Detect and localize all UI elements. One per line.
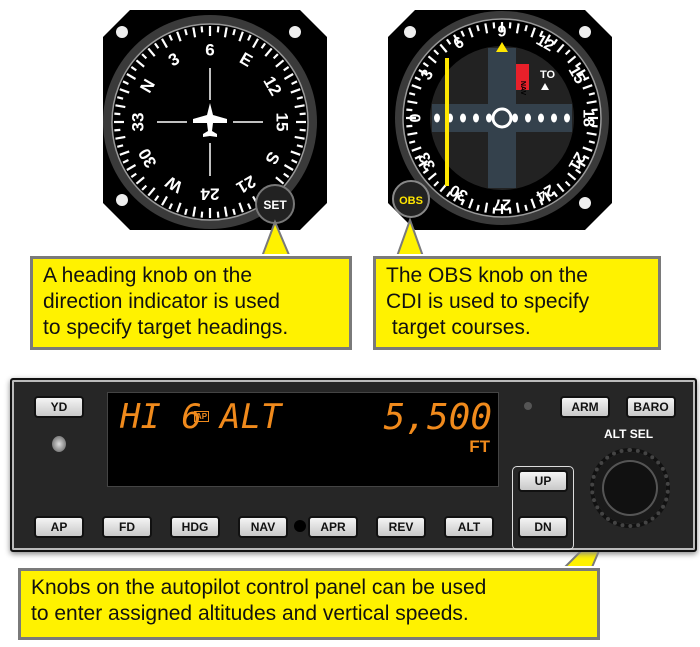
up-button[interactable]: UP [518, 470, 568, 492]
callout-line: The OBS knob on the [386, 264, 588, 287]
callout-heading-knob: A heading knob on the direction indicato… [30, 256, 352, 350]
callout-autopilot-knobs: Knobs on the autopilot control panel can… [18, 568, 600, 640]
callout-line: direction indicator is used [43, 290, 280, 313]
yd-button[interactable]: YD [34, 396, 84, 418]
callout-line: CDI is used to specify [386, 290, 590, 313]
vertical-mode: ALT [220, 397, 282, 437]
indicator-light [52, 436, 66, 452]
autopilot-control-panel: YD HI 6 AP ALT 5,500 FT ARM BARO UP DN A… [10, 378, 697, 552]
alt-button[interactable]: ALT [444, 516, 494, 538]
apr-button[interactable]: APR [308, 516, 358, 538]
callout-line: target courses. [386, 316, 531, 339]
photocell [524, 402, 532, 410]
callout-obs-knob: The OBS knob on the CDI is used to speci… [373, 256, 661, 350]
alt-sel-knob[interactable] [590, 448, 670, 528]
dn-button[interactable]: DN [518, 516, 568, 538]
callout-line: to enter assigned altitudes and vertical… [31, 602, 469, 625]
altitude-unit: FT [469, 437, 490, 456]
nav-button[interactable]: NAV [238, 516, 288, 538]
alt-sel-label: ALT SEL [604, 427, 654, 441]
ap-badge: AP [194, 411, 210, 422]
selected-altitude: 5,500 [383, 397, 492, 438]
fd-button[interactable]: FD [102, 516, 152, 538]
hdg-button[interactable]: HDG [170, 516, 220, 538]
rev-button[interactable]: REV [376, 516, 426, 538]
baro-button[interactable]: BARO [626, 396, 676, 418]
callout-line: A heading knob on the [43, 264, 253, 287]
callout-line: to specify target headings. [43, 316, 289, 339]
callout-line: Knobs on the autopilot control panel can… [31, 576, 487, 599]
lateral-mode: HI 6 [120, 397, 202, 437]
annunciator-light [294, 520, 306, 532]
autopilot-display: HI 6 AP ALT 5,500 FT [107, 392, 499, 487]
ap-button[interactable]: AP [34, 516, 84, 538]
arm-button[interactable]: ARM [560, 396, 610, 418]
